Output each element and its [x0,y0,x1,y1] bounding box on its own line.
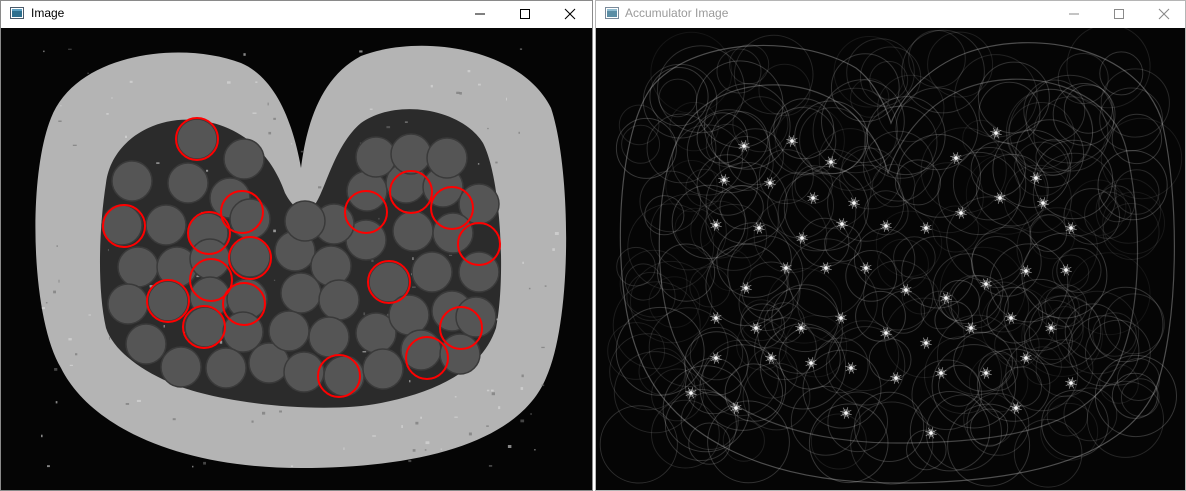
accumulator-peak [710,312,722,324]
accumulator-peak [820,262,832,274]
close-button[interactable] [547,1,593,27]
image-window[interactable]: Image [0,0,593,491]
accumulator-peak [860,262,872,274]
rod [176,118,218,160]
accumulator-window[interactable]: Accumulator Image [595,0,1186,491]
rod [318,279,360,321]
minimize-icon [475,13,485,15]
close-icon [564,8,576,20]
rod [426,137,468,179]
accumulator-canvas[interactable] [596,28,1185,490]
image-canvas[interactable] [1,28,592,490]
accumulator-peak [786,135,798,147]
accumulator-outline-ring [619,42,1175,484]
accumulator-peak [710,352,722,364]
rod [455,296,497,338]
maximize-button[interactable] [1096,1,1142,27]
rod [111,160,153,202]
accumulator-peak [845,362,857,374]
accumulator-peak [848,197,860,209]
minimize-button[interactable] [457,1,503,27]
accumulator-peak [1020,352,1032,364]
minimize-icon [1069,13,1079,15]
rod [205,347,247,389]
accumulator-peak [796,232,808,244]
accumulator-peak [920,337,932,349]
rod [458,251,500,293]
accumulator-peak [1060,264,1072,276]
title-bar[interactable]: Accumulator Image [596,1,1185,27]
rod [411,251,453,293]
maximize-icon [520,9,530,19]
rod [390,133,432,175]
accumulator-rings [599,28,1183,488]
rod [323,355,365,397]
close-button[interactable] [1141,1,1186,27]
rod [117,246,159,288]
accumulator-peak [920,222,932,234]
title-bar[interactable]: Image [1,1,592,27]
rod [107,283,149,325]
rod [280,272,322,314]
accumulator-peak [840,407,852,419]
maximize-button[interactable] [502,1,548,27]
scan-image [35,45,567,468]
rod [167,162,209,204]
accumulator-image [599,28,1183,488]
rod [284,200,326,242]
rod [147,280,189,322]
rod [145,204,187,246]
rod [388,294,430,336]
accumulator-peak [955,207,967,219]
close-icon [1158,8,1170,20]
window-title: Image [31,6,65,20]
rod [308,316,350,358]
window-title: Accumulator Image [625,6,729,20]
accumulator-peak [890,372,902,384]
rod [355,136,397,178]
minimize-button[interactable] [1051,1,1097,27]
accumulator-peak [764,177,776,189]
accumulator-peak [980,367,992,379]
accumulator-peak [807,192,819,204]
app-window-icon [10,7,24,19]
rod [432,212,474,254]
rod [392,210,434,252]
rod [125,323,167,365]
accumulator-peak [835,312,847,324]
accumulator-peak [935,367,947,379]
accumulator-peak [710,219,722,231]
rod [223,138,265,180]
rod [268,310,310,352]
app-window-icon [605,7,619,19]
rod [362,348,404,390]
accumulator-peak [880,220,892,232]
accumulator-peak [1065,377,1077,389]
rod [160,346,202,388]
maximize-icon [1114,9,1124,19]
accumulator-outline [619,42,1175,484]
